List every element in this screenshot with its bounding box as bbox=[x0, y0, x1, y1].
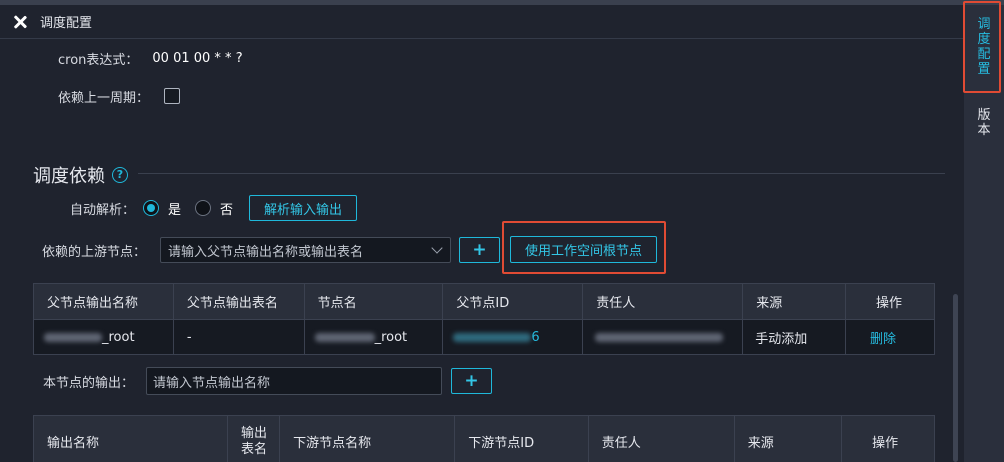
column-header: 父节点ID bbox=[442, 283, 584, 320]
redacted-text bbox=[314, 332, 375, 342]
cron-row: cron表达式： 00 01 00 * * ? bbox=[58, 49, 243, 68]
tab-char: 版 bbox=[977, 108, 991, 123]
output-label: 本节点的输出： bbox=[43, 375, 135, 391]
redacted-text bbox=[44, 332, 102, 342]
add-output-button[interactable]: + bbox=[451, 368, 492, 394]
section-title: 调度依赖 ? bbox=[33, 162, 128, 188]
cell-output-name-text: _root bbox=[102, 329, 135, 345]
output-row: 本节点的输出： bbox=[43, 371, 134, 391]
upstream-placeholder: 请输入父节点输出名称或输出表名 bbox=[168, 244, 364, 260]
auto-parse-row: 自动解析： 是 否 解析输入输出 bbox=[70, 195, 358, 221]
column-header: 父节点输出名称 bbox=[33, 283, 174, 320]
upstream-select[interactable]: 请输入父节点输出名称或输出表名 bbox=[160, 237, 451, 263]
column-header: 操作 bbox=[841, 415, 935, 462]
column-header: 责任人 bbox=[582, 283, 744, 320]
highlight-box-root-button bbox=[502, 221, 666, 274]
panel-title: 调度配置 bbox=[40, 16, 93, 31]
redacted-text bbox=[595, 332, 724, 342]
output-name-input[interactable]: 请输入节点输出名称 bbox=[146, 367, 442, 395]
section-divider bbox=[138, 173, 945, 174]
cron-value: 00 01 00 * * ? bbox=[152, 50, 243, 66]
section-title-text: 调度依赖 bbox=[33, 166, 105, 187]
radio-yes-label: 是 bbox=[168, 202, 182, 218]
panel-header: 调度配置 bbox=[0, 5, 964, 39]
cell-node-name: _root bbox=[303, 319, 444, 355]
highlight-box-side-tab bbox=[963, 1, 1001, 93]
column-header: 父节点输出表名 bbox=[172, 283, 305, 320]
column-header: 下游节点名称 bbox=[279, 415, 456, 462]
radio-yes[interactable] bbox=[143, 200, 160, 216]
add-upstream-button[interactable]: + bbox=[459, 237, 500, 263]
cell-action: 删除 bbox=[845, 319, 935, 355]
parse-io-button[interactable]: 解析输入输出 bbox=[249, 195, 358, 221]
depend-prev-checkbox[interactable] bbox=[164, 88, 181, 104]
upstream-label: 依赖的上游节点： bbox=[42, 244, 147, 260]
cell-node-name-text: _root bbox=[374, 329, 408, 345]
column-header: 来源 bbox=[733, 415, 843, 462]
parent-nodes-table: 父节点输出名称 父节点输出表名 节点名 父节点ID 责任人 来源 操作 _roo… bbox=[33, 283, 935, 355]
column-header: 责任人 bbox=[587, 415, 735, 462]
column-header: 输出名称 bbox=[33, 415, 228, 462]
cell-owner bbox=[582, 319, 744, 355]
depend-prev-row: 依赖上一周期： bbox=[58, 86, 181, 106]
column-header: 输出表名 bbox=[226, 415, 281, 462]
table-row: _root - _root 6 手动添加 删除 bbox=[33, 319, 935, 355]
radio-no[interactable] bbox=[195, 200, 212, 216]
help-icon[interactable]: ? bbox=[112, 167, 128, 183]
column-header: 节点名 bbox=[303, 283, 444, 320]
delete-link[interactable]: 删除 bbox=[870, 332, 896, 347]
radio-no-label: 否 bbox=[220, 202, 234, 218]
cell-node-id: 6 bbox=[442, 319, 584, 355]
upstream-row: 依赖的上游节点： bbox=[42, 240, 146, 260]
column-header: 来源 bbox=[742, 283, 847, 320]
vertical-scrollbar[interactable] bbox=[953, 294, 958, 462]
column-header: 操作 bbox=[845, 283, 935, 320]
redacted-text bbox=[453, 332, 532, 342]
auto-parse-label: 自动解析： bbox=[70, 202, 136, 218]
tab-char: 本 bbox=[977, 123, 991, 138]
column-header: 下游节点ID bbox=[454, 415, 589, 462]
cron-label: cron表达式： bbox=[58, 52, 139, 68]
tab-version[interactable]: 版 本 bbox=[964, 108, 1004, 138]
cell-output-name: _root bbox=[33, 319, 174, 355]
close-icon[interactable] bbox=[13, 15, 27, 29]
cell-source: 手动添加 bbox=[742, 319, 847, 355]
output-placeholder: 请输入节点输出名称 bbox=[153, 375, 271, 391]
cell-table-name: - bbox=[172, 319, 305, 355]
child-nodes-table: 输出名称 输出表名 下游节点名称 下游节点ID 责任人 来源 操作 bbox=[33, 415, 935, 462]
depend-prev-label: 依赖上一周期： bbox=[58, 90, 150, 106]
cell-node-id-text: 6 bbox=[531, 329, 540, 345]
chevron-down-icon bbox=[431, 242, 443, 254]
